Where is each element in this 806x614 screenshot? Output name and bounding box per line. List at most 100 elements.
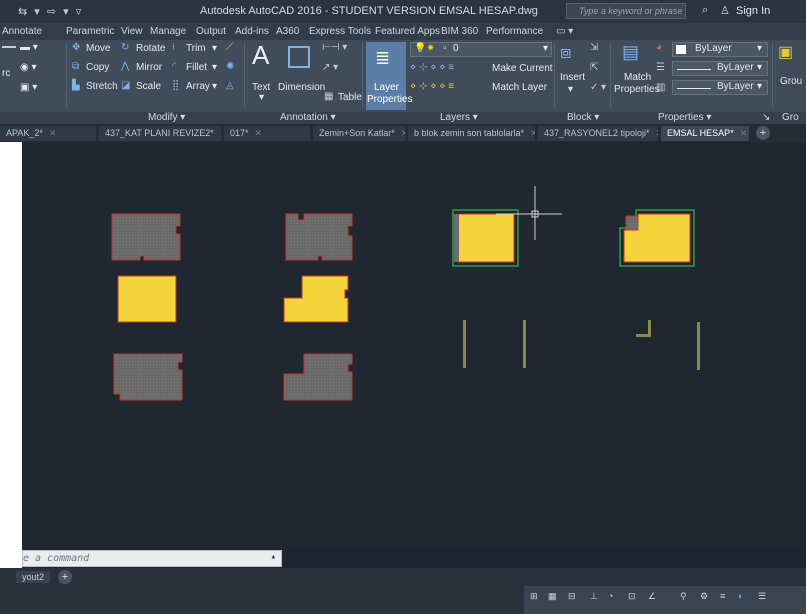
- annotation-scale-icon[interactable]: ⚲: [680, 591, 687, 602]
- otrack-icon[interactable]: ∠: [648, 591, 656, 602]
- search-input[interactable]: Type a keyword or phrase: [566, 3, 686, 19]
- insert-dropdown-icon[interactable]: ▾: [568, 84, 573, 95]
- fillet-dropdown-icon[interactable]: ▾: [212, 62, 217, 73]
- copy-button[interactable]: Copy: [86, 62, 109, 73]
- text-dropdown-icon[interactable]: ▾: [259, 92, 264, 103]
- dimension-icon: [288, 46, 310, 68]
- array-dropdown-icon[interactable]: ▾: [212, 81, 217, 92]
- doc-tab[interactable]: Zemin+Son Katlar* ✕: [313, 126, 405, 141]
- explode-icon[interactable]: ✺: [226, 61, 234, 72]
- circle-icon[interactable]: ◉ ▾: [20, 62, 37, 73]
- lineweight-dropdown[interactable]: ByLayer ▾: [672, 80, 768, 95]
- trim-button[interactable]: Trim: [186, 43, 206, 54]
- doc-tab[interactable]: 017* ✕: [224, 126, 310, 141]
- close-icon[interactable]: ✕: [740, 128, 748, 138]
- match-properties-label-2[interactable]: Properties: [614, 84, 660, 95]
- panel-title-annotation[interactable]: Annotation ▾: [280, 112, 336, 123]
- match-properties-label-1[interactable]: Match: [624, 72, 651, 83]
- grid-icon[interactable]: ▦: [548, 591, 557, 602]
- isolate-icon[interactable]: ◐: [738, 591, 743, 601]
- ribbon-options-icon[interactable]: ▭ ▾: [556, 26, 573, 37]
- make-current-button[interactable]: Make Current: [492, 63, 553, 74]
- linear-dim-icon[interactable]: ⊢⊣ ▾: [322, 42, 347, 53]
- layer-properties-button[interactable]: ≣ Layer Properties: [366, 42, 413, 110]
- hatch-icon[interactable]: ▣ ▾: [20, 82, 37, 93]
- drawing-canvas[interactable]: [0, 142, 806, 550]
- layer-tools-icon[interactable]: ⋄ ⊹ ⋄ ⋄ ≡: [410, 62, 454, 73]
- tab-view[interactable]: View: [121, 26, 143, 37]
- tab-express-tools[interactable]: Express Tools: [309, 26, 371, 37]
- panel-title-properties[interactable]: Properties ▾: [658, 112, 711, 123]
- command-history-arrow-icon[interactable]: ▴: [271, 552, 276, 562]
- edit-block-icon[interactable]: ⇱: [590, 62, 598, 73]
- add-layout-icon[interactable]: +: [58, 570, 72, 584]
- tab-featured-apps[interactable]: Featured Apps: [375, 26, 440, 37]
- user-icon[interactable]: ♙: [720, 4, 730, 17]
- group-button[interactable]: Grou: [780, 76, 802, 87]
- doc-tab[interactable]: 437_KAT PLANI REVIZE2* ✕: [99, 126, 221, 141]
- close-icon[interactable]: ✕: [220, 128, 221, 138]
- array-button[interactable]: Array: [186, 81, 210, 92]
- new-tab-icon[interactable]: +: [756, 126, 770, 140]
- color-dropdown[interactable]: ByLayer ▾: [672, 42, 768, 57]
- doc-tab-active[interactable]: EMSAL HESAP* ✕: [661, 126, 749, 141]
- binoculars-icon[interactable]: ⌕: [702, 4, 708, 17]
- tab-performance[interactable]: Performance: [486, 26, 543, 37]
- snap-icon[interactable]: ⊟: [568, 591, 576, 602]
- ortho-icon[interactable]: ⊥: [590, 591, 598, 602]
- tab-a360[interactable]: A360: [276, 26, 299, 37]
- command-line[interactable]: e a command ▴: [22, 550, 282, 567]
- panel-title-modify[interactable]: Modify ▾: [148, 112, 185, 123]
- dimension-button[interactable]: Dimension: [278, 82, 325, 93]
- panel-title-layers[interactable]: Layers ▾: [440, 112, 478, 123]
- linetype-dropdown[interactable]: ByLayer ▾: [672, 61, 768, 76]
- workspace-icon[interactable]: ⚙: [700, 591, 708, 602]
- offset-icon[interactable]: ◬: [226, 80, 234, 91]
- erase-icon[interactable]: ⟋: [226, 42, 233, 53]
- trim-dropdown-icon[interactable]: ▾: [212, 43, 217, 54]
- fillet-button[interactable]: Fillet: [186, 62, 207, 73]
- doc-tab[interactable]: 437_RASYONEL2 tipoloji* ✕: [538, 126, 658, 141]
- move-button[interactable]: Move: [86, 43, 110, 54]
- close-icon[interactable]: ✕: [656, 128, 658, 138]
- doc-tab[interactable]: APAK_2* ✕: [0, 126, 96, 141]
- osnap-icon[interactable]: ⊡: [628, 591, 636, 602]
- block-attributes-icon[interactable]: ✓ ▾: [590, 82, 606, 93]
- layer-dropdown[interactable]: 💡✷ ▫ 0 ▾: [410, 42, 552, 57]
- close-icon[interactable]: ✕: [255, 128, 263, 138]
- leader-icon[interactable]: ↗ ▾: [322, 62, 338, 73]
- lineweight-toggle-icon[interactable]: ≡: [720, 591, 725, 601]
- model-icon[interactable]: ⊞: [530, 591, 538, 602]
- rotate-button[interactable]: Rotate: [136, 43, 165, 54]
- panel-title-groups[interactable]: Gro: [782, 112, 799, 123]
- tab-output[interactable]: Output: [196, 26, 226, 37]
- panel-title-block[interactable]: Block ▾: [567, 112, 599, 123]
- panel-expander-icon[interactable]: ↘: [762, 112, 770, 123]
- layer-tools-row2-icon[interactable]: ⋄ ⊹ ⋄ ⋄ ≡: [410, 81, 454, 92]
- table-button[interactable]: Table: [338, 92, 362, 103]
- layout-tab[interactable]: yout2: [16, 571, 51, 583]
- mirror-button[interactable]: Mirror: [136, 62, 162, 73]
- create-block-icon[interactable]: ⇲: [590, 42, 598, 53]
- line-icon[interactable]: [2, 46, 16, 48]
- stretch-button[interactable]: Stretch: [86, 81, 118, 92]
- close-icon[interactable]: ✕: [401, 128, 405, 138]
- doc-tab-label: Zemin+Son Katlar*: [319, 128, 395, 138]
- match-layer-button[interactable]: Match Layer: [492, 82, 547, 93]
- customize-icon[interactable]: ☰: [758, 591, 766, 602]
- arc-icon[interactable]: rc: [2, 68, 10, 79]
- rect-icon[interactable]: ▬ ▾: [20, 42, 38, 53]
- close-icon[interactable]: ✕: [530, 128, 535, 138]
- sign-in-link[interactable]: Sign In: [736, 5, 770, 17]
- scale-button[interactable]: Scale: [136, 81, 161, 92]
- tab-add-ins[interactable]: Add-ins: [235, 26, 269, 37]
- tab-bim360[interactable]: BIM 360: [441, 26, 478, 37]
- tab-manage[interactable]: Manage: [150, 26, 186, 37]
- insert-button[interactable]: Insert: [560, 72, 585, 83]
- tab-annotate[interactable]: Annotate: [2, 26, 42, 37]
- close-icon[interactable]: ✕: [49, 128, 57, 138]
- quick-access-toolbar[interactable]: ⇆ ▾ ⇨ ▾ ▿: [18, 5, 83, 18]
- tab-parametric[interactable]: Parametric: [66, 26, 114, 37]
- polar-icon[interactable]: ◔: [608, 591, 613, 601]
- doc-tab[interactable]: b blok zemin son tablolarla* ✕: [408, 126, 535, 141]
